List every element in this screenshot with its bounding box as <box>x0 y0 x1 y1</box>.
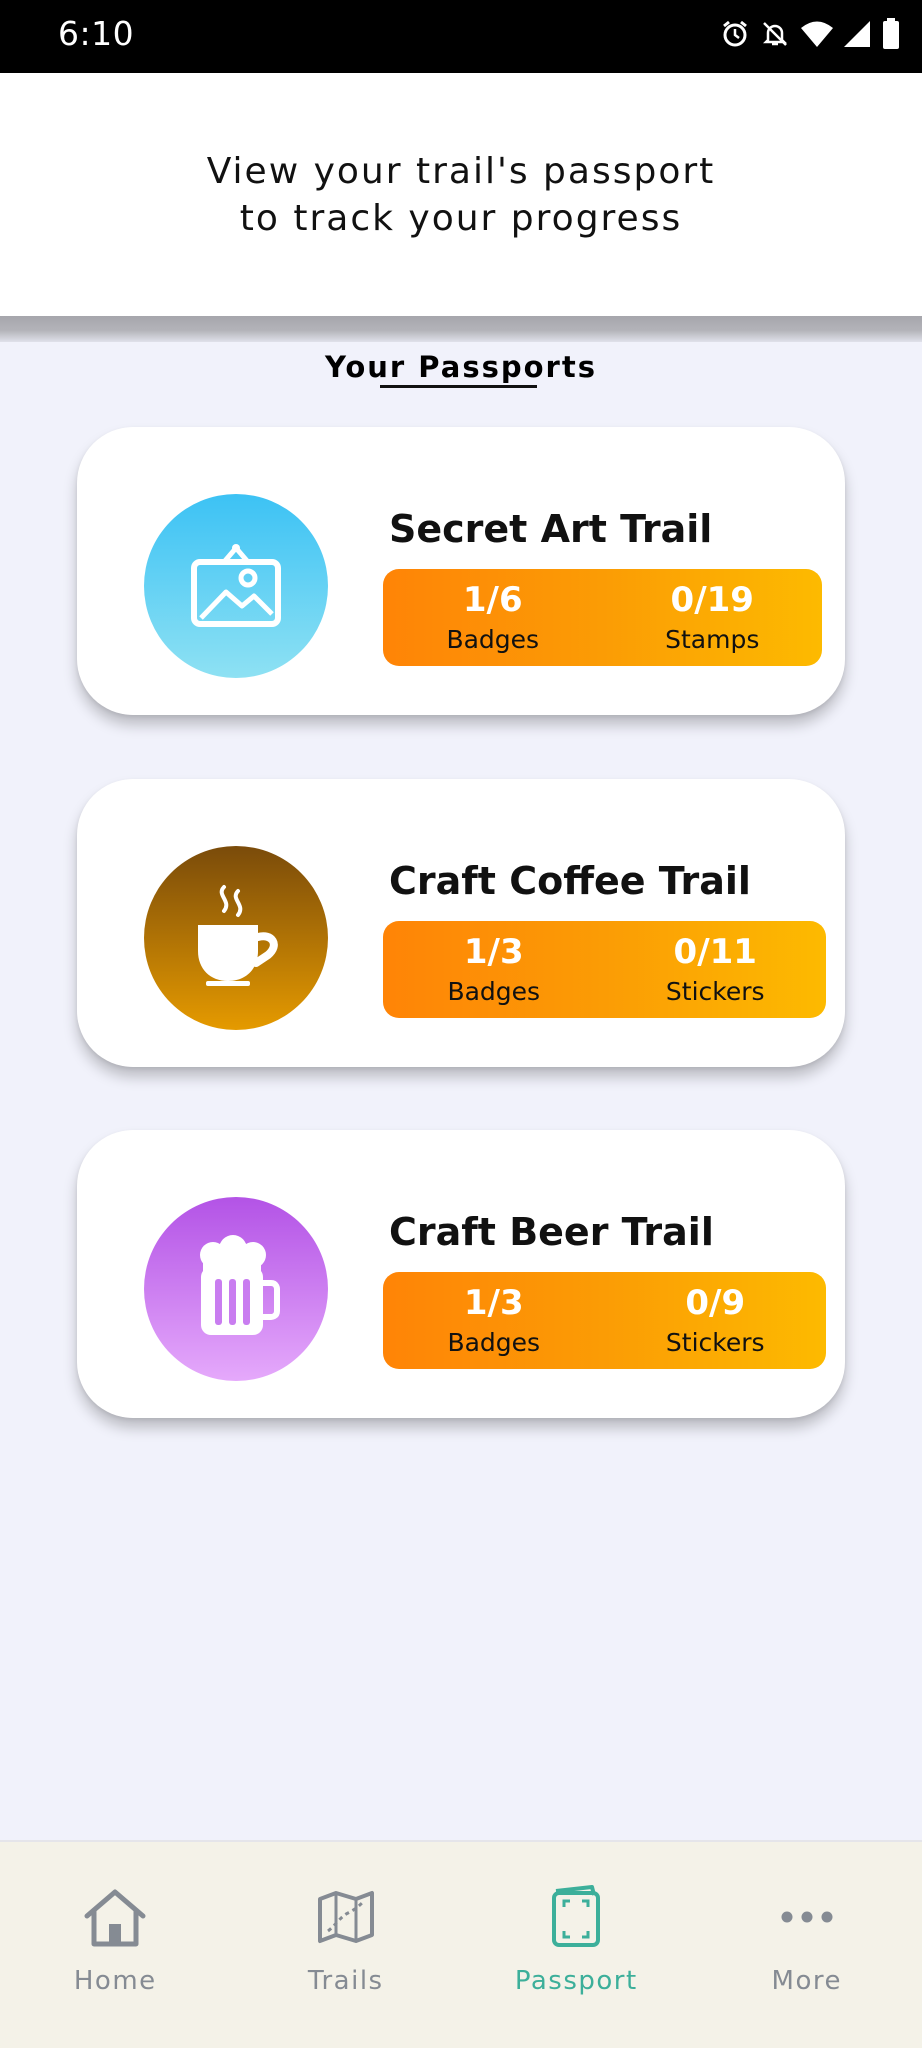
status-icons <box>720 14 900 54</box>
header-line-2: to track your progress <box>239 197 683 239</box>
status-time: 6:10 <box>58 14 135 53</box>
passport-icon-circle <box>144 494 328 678</box>
passport-card-secret-art-trail[interactable]: Secret Art Trail 1/6 Badges 0/19 Stamps <box>77 427 845 715</box>
section-title-underline <box>380 385 537 388</box>
stickers-value: 0/9 <box>685 1282 746 1323</box>
passport-title: Craft Coffee Trail <box>389 859 751 903</box>
more-dots-icon <box>772 1882 842 1952</box>
passport-icon <box>541 1882 611 1952</box>
beer-mug-icon <box>191 1234 281 1344</box>
passport-card-craft-coffee-trail[interactable]: Craft Coffee Trail 1/3 Badges 0/11 Stick… <box>77 779 845 1067</box>
passport-title: Craft Beer Trail <box>389 1210 714 1254</box>
passport-icon-circle <box>144 1197 328 1381</box>
header-text: View your trail's passport to track your… <box>207 148 716 242</box>
stickers-value: 0/11 <box>673 931 757 972</box>
stamps-label: Stamps <box>665 624 760 654</box>
nav-label-more: More <box>771 1966 842 1996</box>
stamps-value: 0/19 <box>670 579 754 620</box>
nav-item-more[interactable]: More <box>692 1842 922 2048</box>
badges-value: 1/3 <box>463 931 524 972</box>
nav-item-home[interactable]: Home <box>0 1842 231 2048</box>
header-divider <box>0 316 922 342</box>
badges-label: Badges <box>446 624 540 654</box>
stickers-label: Stickers <box>665 1327 765 1357</box>
nav-item-trails[interactable]: Trails <box>231 1842 462 2048</box>
stamps-stat: 0/19 Stamps <box>603 569 823 666</box>
alarm-icon <box>720 19 750 49</box>
battery-icon <box>882 18 900 50</box>
passport-card-craft-beer-trail[interactable]: Craft Beer Trail 1/3 Badges 0/9 Stickers <box>77 1130 845 1418</box>
stickers-label: Stickers <box>665 976 765 1006</box>
badges-stat: 1/6 Badges <box>383 569 603 666</box>
passport-stats-bar: 1/6 Badges 0/19 Stamps <box>383 569 822 666</box>
framed-picture-icon <box>188 536 284 637</box>
badges-value: 1/3 <box>463 1282 524 1323</box>
passport-title: Secret Art Trail <box>389 507 713 551</box>
passport-icon-circle <box>144 846 328 1030</box>
passport-stats-bar: 1/3 Badges 0/11 Stickers <box>383 921 826 1018</box>
header-line-1: View your trail's passport <box>206 150 716 192</box>
header: View your trail's passport to track your… <box>0 73 922 316</box>
status-bar: 6:10 <box>0 0 922 73</box>
bottom-nav: Home Trails Passport More <box>0 1840 922 2048</box>
badges-label: Badges <box>447 1327 541 1357</box>
nav-label-trails: Trails <box>307 1966 384 1996</box>
section-title: Your Passports <box>325 350 597 384</box>
stickers-stat: 0/11 Stickers <box>605 921 827 1018</box>
notifications-off-icon <box>760 19 790 49</box>
home-icon <box>80 1882 150 1952</box>
signal-icon <box>844 19 872 49</box>
badges-value: 1/6 <box>462 579 523 620</box>
badges-stat: 1/3 Badges <box>383 1272 605 1369</box>
nav-item-passport[interactable]: Passport <box>461 1842 692 2048</box>
badges-stat: 1/3 Badges <box>383 921 605 1018</box>
nav-label-passport: Passport <box>514 1966 638 1996</box>
badges-label: Badges <box>447 976 541 1006</box>
wifi-icon <box>800 19 834 49</box>
coffee-cup-icon <box>186 881 286 996</box>
nav-label-home: Home <box>73 1966 157 1996</box>
map-icon <box>311 1882 381 1952</box>
passport-stats-bar: 1/3 Badges 0/9 Stickers <box>383 1272 826 1369</box>
stickers-stat: 0/9 Stickers <box>605 1272 827 1369</box>
